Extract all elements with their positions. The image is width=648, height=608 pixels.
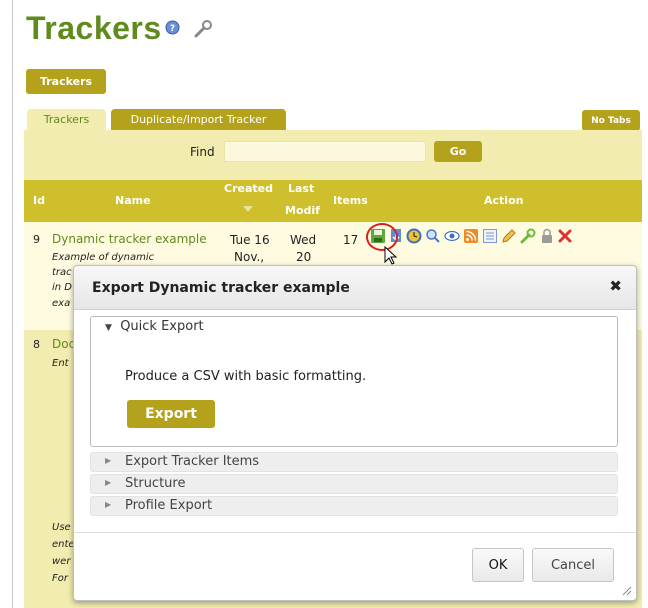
lock-icon[interactable] [539, 228, 555, 244]
header-created[interactable]: Created [224, 182, 273, 195]
search-icon[interactable] [425, 228, 441, 244]
accordion-label: Quick Export [120, 319, 204, 334]
cursor-arrow-icon [384, 246, 398, 265]
triangle-right-icon: ▶ [105, 456, 112, 465]
tracker-name-link[interactable]: Dynamic tracker example [52, 232, 207, 246]
triangle-right-icon: ▶ [105, 500, 112, 509]
header-action: Action [484, 194, 524, 207]
accordion-label: Profile Export [125, 498, 213, 513]
triangle-down-icon: ▼ [105, 323, 112, 333]
row-id: 8 [33, 338, 40, 351]
wrench-icon[interactable] [520, 228, 536, 244]
dialog-title: Export Dynamic tracker example [92, 280, 350, 296]
cancel-button[interactable]: Cancel [532, 548, 614, 582]
accordion-structure[interactable]: ▶ Structure [90, 474, 618, 494]
accordion-profile-export[interactable]: ▶ Profile Export [90, 496, 618, 516]
accordion-export-tracker-items[interactable]: ▶ Export Tracker Items [90, 452, 618, 472]
page-title: Trackers [26, 10, 162, 46]
tracker-name-link[interactable]: Doc [52, 337, 75, 351]
tracker-description: exa [52, 298, 71, 309]
dialog-footer-divider [74, 532, 636, 533]
clock-icon[interactable] [406, 228, 422, 244]
rss-icon[interactable] [463, 228, 479, 244]
dialog-header[interactable]: Export Dynamic tracker example ✖ [74, 266, 636, 310]
accordion-label: Structure [125, 476, 186, 491]
wrench-icon[interactable] [193, 20, 213, 38]
tab-duplicate-import[interactable]: Duplicate/Import Tracker [111, 109, 286, 130]
header-id[interactable]: Id [33, 194, 45, 207]
tracker-description: Use [52, 522, 71, 533]
svg-text:?: ? [170, 24, 175, 34]
trackers-button[interactable]: Trackers [26, 69, 106, 94]
modified-date: 20 [296, 250, 312, 264]
triangle-right-icon: ▶ [105, 478, 112, 487]
tracker-description: Ent [52, 358, 69, 369]
help-icon[interactable]: ? [165, 20, 180, 35]
close-icon[interactable]: ✖ [609, 277, 622, 295]
accordion-header-quick-export[interactable]: ▼ Quick Export [105, 319, 204, 334]
pencil-icon[interactable] [501, 228, 517, 244]
sort-down-icon[interactable] [242, 205, 254, 213]
header-modif[interactable]: Modif [285, 204, 320, 217]
tab-trackers[interactable]: Trackers [27, 109, 106, 130]
header-name[interactable]: Name [115, 194, 151, 207]
header-items[interactable]: Items [333, 194, 368, 207]
find-input[interactable] [224, 141, 426, 162]
created-date: Nov., [234, 250, 265, 264]
tracker-description: trac [52, 267, 72, 278]
created-date: Tue 16 [230, 233, 270, 247]
go-button[interactable]: Go [434, 141, 482, 162]
export-button[interactable]: Export [127, 400, 215, 428]
find-label: Find [190, 145, 215, 159]
resize-grip-icon[interactable] [620, 584, 632, 596]
list-icon[interactable] [482, 228, 498, 244]
tracker-description: For [52, 573, 68, 584]
row-id: 9 [33, 233, 40, 246]
modified-date: Wed [290, 233, 317, 247]
header-last[interactable]: Last [288, 182, 314, 195]
table-header: Id Name Created Last Modif Items Action [24, 180, 642, 222]
quick-export-description: Produce a CSV with basic formatting. [125, 369, 367, 384]
tracker-description: wer [52, 556, 71, 567]
delete-icon[interactable] [558, 228, 572, 244]
tracker-description: ente [52, 539, 75, 550]
eye-icon[interactable] [444, 228, 460, 244]
accordion-label: Export Tracker Items [125, 454, 260, 469]
accordion-quick-export: ▼ Quick Export Produce a CSV with basic … [90, 316, 618, 447]
tracker-description: Example of dynamic [52, 252, 155, 263]
tracker-description: in D [52, 282, 72, 293]
ok-button[interactable]: OK [472, 548, 524, 582]
items-count: 17 [343, 233, 359, 247]
action-icons [370, 228, 572, 244]
export-dialog: Export Dynamic tracker example ✖ ▼ Quick… [73, 265, 637, 601]
no-tabs-button[interactable]: No Tabs [582, 110, 640, 131]
